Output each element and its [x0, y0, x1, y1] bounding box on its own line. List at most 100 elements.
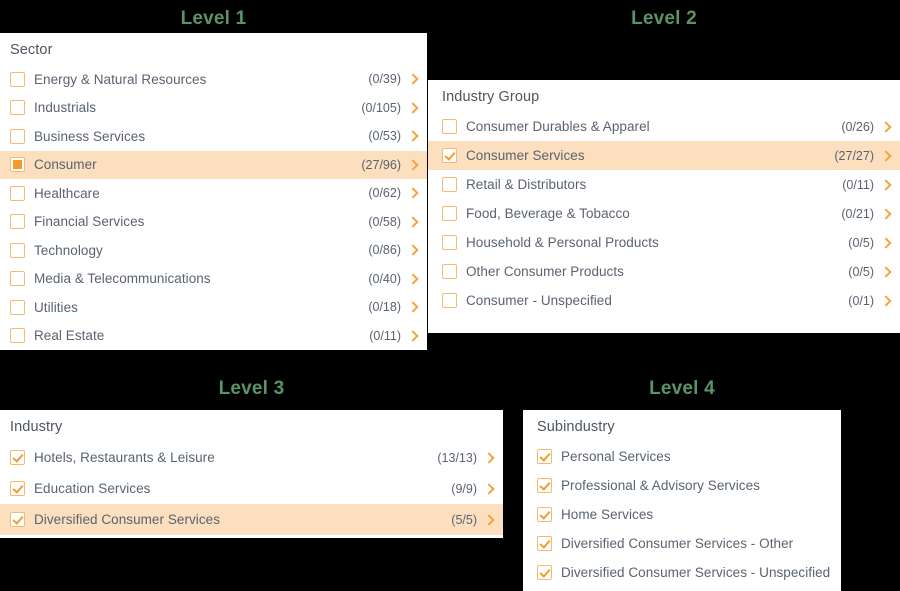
checkbox-unchecked-icon[interactable] — [10, 71, 25, 87]
checkbox-unchecked-icon[interactable] — [442, 119, 457, 134]
checkbox-checked-icon[interactable] — [537, 536, 552, 551]
list-item[interactable]: Consumer Services (27/27) — [428, 141, 900, 170]
checkbox-checked-icon[interactable] — [10, 450, 25, 465]
list-item[interactable]: Professional & Advisory Services — [523, 471, 841, 500]
list-item[interactable]: Hotels, Restaurants & Leisure (13/13) — [0, 442, 503, 473]
chevron-right-icon[interactable] — [408, 272, 419, 286]
chevron-right-icon[interactable] — [484, 513, 495, 527]
checkbox-unchecked-icon[interactable] — [10, 185, 25, 201]
checkbox-checked-icon[interactable] — [537, 478, 552, 493]
list-item-label: Personal Services — [561, 449, 671, 464]
list-item[interactable]: Utilities (0/18) — [0, 293, 427, 322]
list-item-label: Financial Services — [34, 214, 145, 230]
checkbox-indeterminate-icon[interactable] — [10, 157, 25, 173]
list-item-label: Healthcare — [34, 185, 100, 201]
list-item-label: Other Consumer Products — [466, 264, 624, 279]
list-item[interactable]: Consumer - Unspecified (0/1) — [428, 286, 900, 315]
chevron-right-icon[interactable] — [408, 186, 419, 200]
checkbox-unchecked-icon[interactable] — [10, 242, 25, 258]
list-item[interactable]: Retail & Distributors (0/11) — [428, 170, 900, 199]
list-item[interactable]: Financial Services (0/58) — [0, 208, 427, 237]
list-item[interactable]: Energy & Natural Resources (0/39) — [0, 65, 427, 94]
list-item-count: (0/11) — [369, 328, 401, 343]
checkbox-unchecked-icon[interactable] — [442, 177, 457, 192]
industry-list: Hotels, Restaurants & Leisure (13/13) Educ… — [0, 442, 503, 535]
level-4-title: Level 4 — [649, 378, 715, 399]
list-item-count: (9/9) — [451, 481, 477, 496]
list-item[interactable]: Other Consumer Products (0/5) — [428, 257, 900, 286]
chevron-right-icon[interactable] — [881, 207, 892, 221]
chevron-right-icon[interactable] — [408, 300, 419, 314]
checkbox-unchecked-icon[interactable] — [442, 235, 457, 250]
list-item[interactable]: Education Services (9/9) — [0, 473, 503, 504]
list-item-count: (0/40) — [368, 271, 401, 286]
list-item-label: Technology — [34, 242, 103, 258]
list-item-label: Professional & Advisory Services — [561, 478, 760, 493]
chevron-right-icon[interactable] — [408, 158, 419, 172]
chevron-right-icon[interactable] — [408, 329, 419, 343]
checkbox-unchecked-icon[interactable] — [10, 100, 25, 116]
chevron-right-icon[interactable] — [408, 215, 419, 229]
list-item[interactable]: Media & Telecommunications (0/40) — [0, 265, 427, 294]
sector-list: Energy & Natural Resources (0/39) Industri… — [0, 65, 427, 350]
list-item[interactable]: Real Estate (0/11) — [0, 322, 427, 351]
list-item[interactable]: Industrials (0/105) — [0, 94, 427, 123]
checkbox-checked-icon[interactable] — [442, 148, 457, 163]
chevron-right-icon[interactable] — [484, 451, 495, 465]
checkbox-unchecked-icon[interactable] — [442, 206, 457, 221]
list-item-label: Utilities — [34, 299, 78, 315]
list-item-label: Household & Personal Products — [466, 235, 659, 250]
list-item[interactable]: Diversified Consumer Services (5/5) — [0, 504, 503, 535]
checkbox-checked-icon[interactable] — [537, 565, 552, 580]
chevron-right-icon[interactable] — [408, 101, 419, 115]
level-3-title: Level 3 — [218, 378, 285, 399]
list-item[interactable]: Home Services — [523, 500, 841, 529]
checkbox-unchecked-icon[interactable] — [442, 264, 457, 279]
checkbox-checked-icon[interactable] — [10, 481, 25, 496]
industry-group-list: Consumer Durables & Apparel (0/26) Consume… — [428, 112, 900, 315]
list-item[interactable]: Food, Beverage & Tobacco (0/21) — [428, 199, 900, 228]
chevron-right-icon[interactable] — [881, 294, 892, 308]
level-1-title: Level 1 — [180, 8, 247, 29]
list-item[interactable]: Diversified Consumer Services - Other — [523, 529, 841, 558]
checkbox-checked-icon[interactable] — [537, 449, 552, 464]
industry-panel: Industry Hotels, Restaurants & Leisure (1… — [0, 410, 503, 538]
list-item-count: (5/5) — [451, 512, 477, 527]
list-item-count: (27/27) — [834, 148, 874, 163]
list-item[interactable]: Healthcare (0/62) — [0, 179, 427, 208]
list-item-label: Retail & Distributors — [466, 177, 587, 192]
checkbox-unchecked-icon[interactable] — [10, 128, 25, 144]
chevron-right-icon[interactable] — [881, 149, 892, 163]
list-item-label: Diversified Consumer Services — [34, 512, 221, 527]
checkbox-unchecked-icon[interactable] — [10, 214, 25, 230]
list-item-label: Media & Telecommunications — [34, 271, 211, 287]
list-item[interactable]: Business Services (0/53) — [0, 122, 427, 151]
list-item[interactable]: Diversified Consumer Services - Unspecif… — [523, 558, 841, 587]
chevron-right-icon[interactable] — [484, 482, 495, 496]
chevron-right-icon[interactable] — [881, 178, 892, 192]
chevron-right-icon[interactable] — [408, 243, 419, 257]
checkbox-unchecked-icon[interactable] — [442, 293, 457, 308]
chevron-right-icon[interactable] — [881, 120, 892, 134]
list-item-count: (0/26) — [841, 119, 874, 134]
list-item-label: Consumer - Unspecified — [466, 293, 612, 308]
list-item[interactable]: Consumer (27/96) — [0, 150, 427, 179]
checkbox-checked-icon[interactable] — [537, 507, 552, 522]
list-item[interactable]: Technology (0/86) — [0, 236, 427, 265]
chevron-right-icon[interactable] — [408, 129, 419, 143]
industry-group-panel: Industry Group Consumer Durables & Appar… — [428, 80, 900, 333]
checkbox-unchecked-icon[interactable] — [10, 271, 25, 287]
list-item[interactable]: Personal Services — [523, 442, 841, 471]
chevron-right-icon[interactable] — [881, 265, 892, 279]
level-2-title: Level 2 — [631, 8, 697, 29]
chevron-right-icon[interactable] — [408, 72, 419, 86]
list-item-count: (0/53) — [368, 129, 401, 144]
checkbox-unchecked-icon[interactable] — [10, 328, 25, 344]
chevron-right-icon[interactable] — [881, 236, 892, 250]
subindustry-panel: Subindustry Personal Services Professiona… — [523, 410, 841, 591]
list-item[interactable]: Household & Personal Products (0/5) — [428, 228, 900, 257]
list-item[interactable]: Consumer Durables & Apparel (0/26) — [428, 112, 900, 141]
list-item-count: (0/21) — [841, 206, 874, 221]
checkbox-checked-icon[interactable] — [10, 512, 25, 527]
checkbox-unchecked-icon[interactable] — [10, 299, 25, 315]
